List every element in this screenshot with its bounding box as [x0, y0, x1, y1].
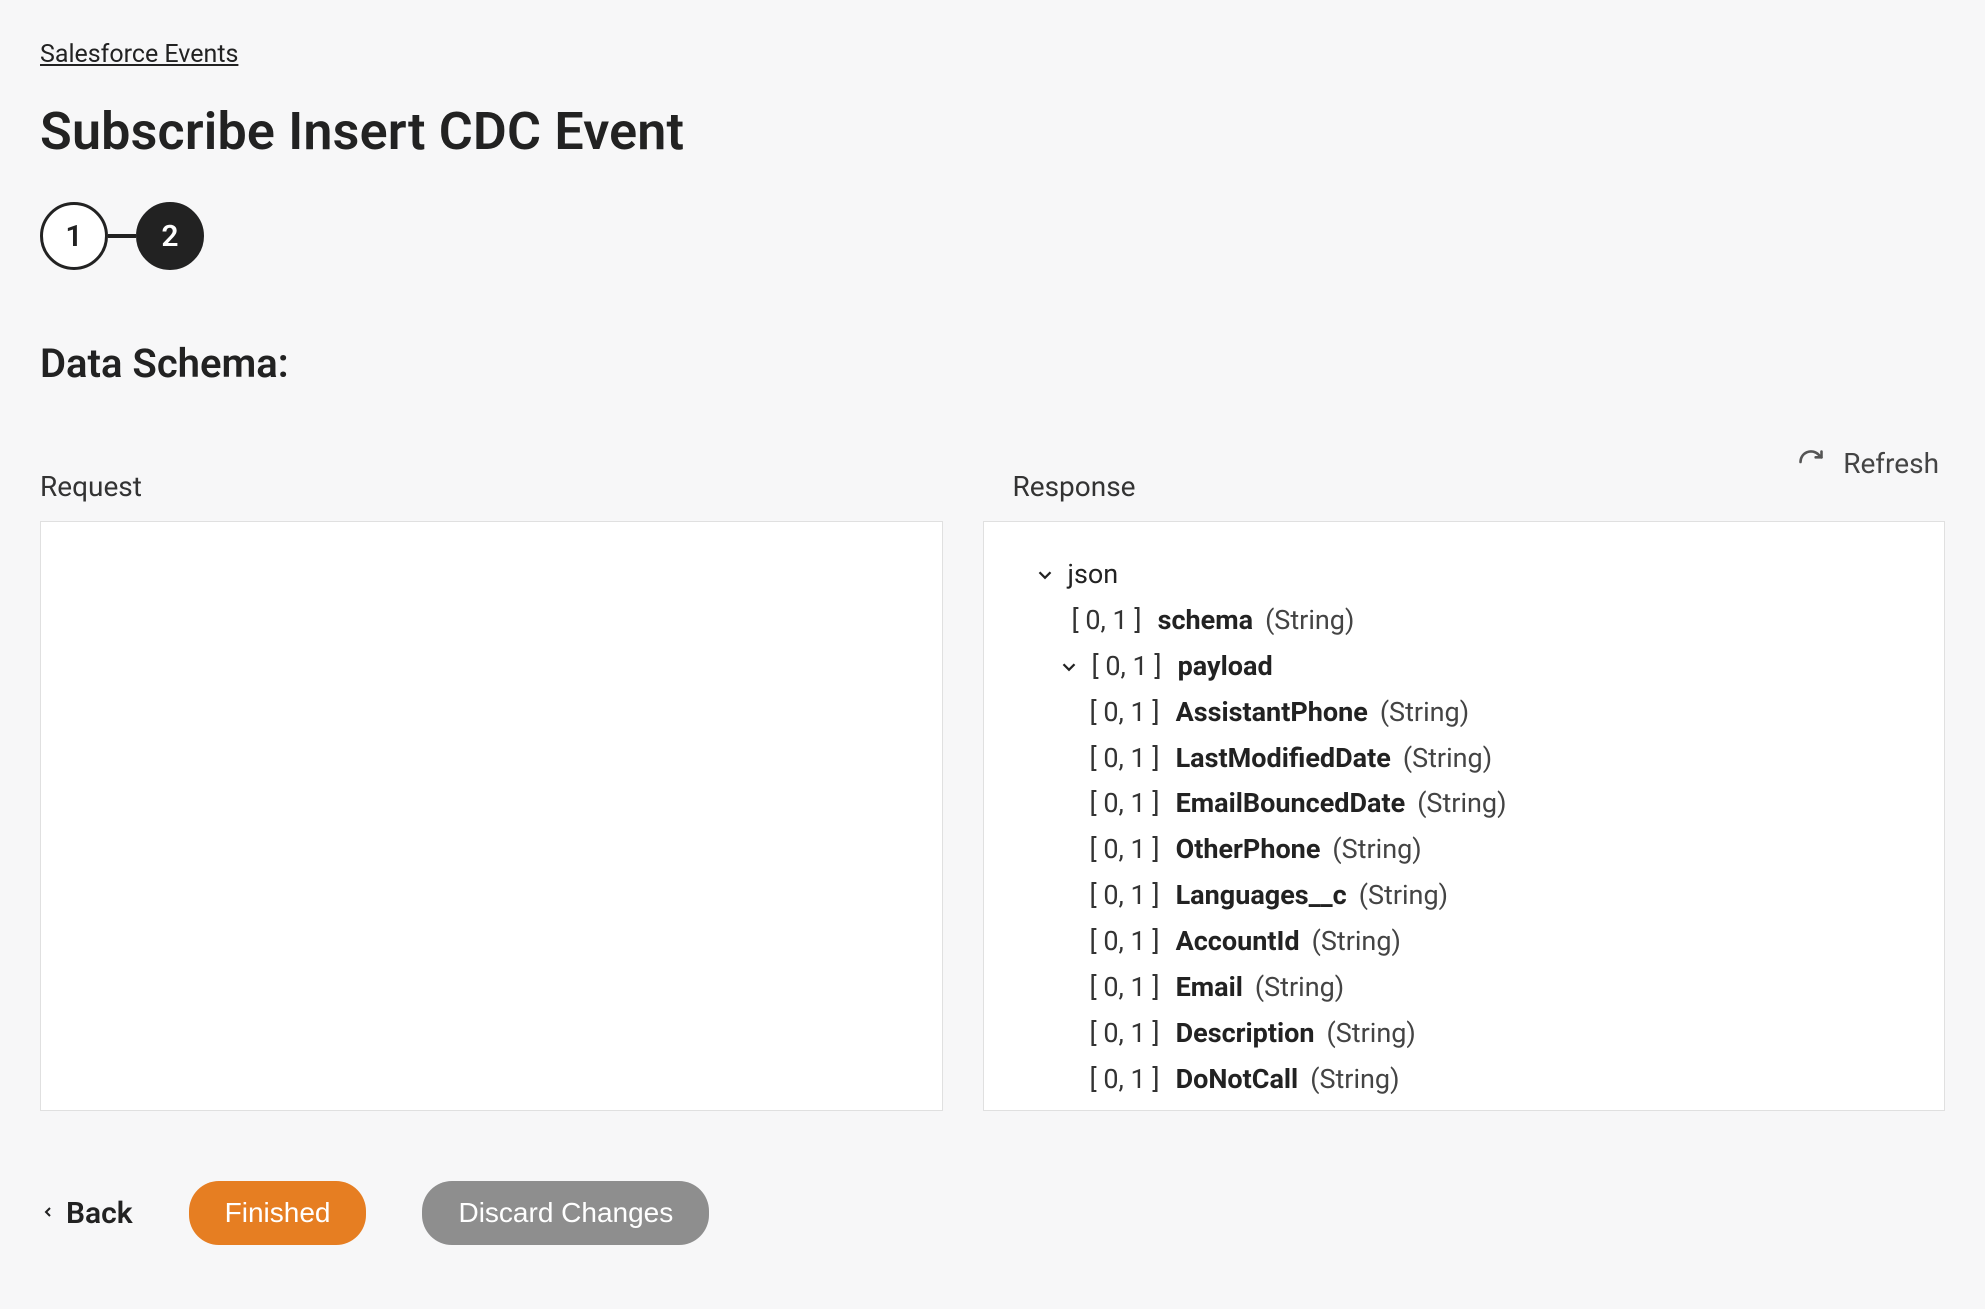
request-label: Request — [40, 470, 973, 503]
step-connector — [108, 234, 136, 238]
tree-root-label: json — [1068, 552, 1119, 598]
cardinality: [ 0, 1 ] — [1072, 598, 1142, 644]
page-title: Subscribe Insert CDC Event — [40, 101, 1945, 162]
field-name: OtherPhone — [1176, 827, 1321, 873]
chevron-left-icon — [40, 1196, 56, 1231]
field-name: Languages__c — [1176, 873, 1347, 919]
field-type: (String) — [1312, 919, 1401, 965]
back-button[interactable]: Back — [40, 1196, 133, 1231]
finished-button[interactable]: Finished — [189, 1181, 367, 1245]
tree-schema-row[interactable]: [ 0, 1 ] schema (String) — [1014, 598, 1915, 644]
stepper: 1 2 — [40, 202, 1945, 270]
tree-field-row[interactable]: [ 0, 1 ] AssistantPhone (String) — [1014, 690, 1915, 736]
schema-tree: json [ 0, 1 ] schema (String) [ 0, 1 ] p… — [1014, 552, 1915, 1103]
tree-field-row[interactable]: [ 0, 1 ] AccountId (String) — [1014, 919, 1915, 965]
field-type: (String) — [1380, 690, 1469, 736]
response-panel: json [ 0, 1 ] schema (String) [ 0, 1 ] p… — [983, 521, 1946, 1111]
payload-fields: [ 0, 1 ] AssistantPhone (String) [ 0, 1 ] La… — [1014, 690, 1915, 1103]
tree-field-row[interactable]: [ 0, 1 ] OtherPhone(String) — [1014, 827, 1915, 873]
field-name: DoNotCall — [1176, 1057, 1299, 1103]
step-1[interactable]: 1 — [40, 202, 108, 270]
field-type: (String) — [1310, 1057, 1399, 1103]
footer: Back Finished Discard Changes — [40, 1181, 1945, 1245]
panels: json [ 0, 1 ] schema (String) [ 0, 1 ] p… — [40, 521, 1945, 1111]
discard-button[interactable]: Discard Changes — [422, 1181, 709, 1245]
step-2[interactable]: 2 — [136, 202, 204, 270]
response-label: Response — [1013, 470, 1946, 503]
cardinality: [ 0, 1 ] — [1090, 827, 1160, 873]
field-type: (String) — [1417, 781, 1506, 827]
field-name: AssistantPhone — [1176, 690, 1368, 736]
request-panel — [40, 521, 943, 1111]
cardinality: [ 0, 1 ] — [1090, 919, 1160, 965]
tree-root-row[interactable]: json — [1014, 552, 1915, 598]
field-type: (String) — [1359, 873, 1448, 919]
field-name: schema — [1158, 598, 1253, 644]
tree-payload-row[interactable]: [ 0, 1 ] payload — [1014, 644, 1915, 690]
field-name: Email — [1176, 965, 1243, 1011]
field-type: (String) — [1403, 736, 1492, 782]
field-name: LastModifiedDate — [1176, 736, 1391, 782]
field-name: payload — [1178, 644, 1273, 690]
cardinality: [ 0, 1 ] — [1090, 965, 1160, 1011]
cardinality: [ 0, 1 ] — [1090, 1011, 1160, 1057]
tree-field-row[interactable]: [ 0, 1 ] Description (String) — [1014, 1011, 1915, 1057]
panels-header: Request Response — [40, 470, 1945, 521]
tree-field-row[interactable]: [ 0, 1 ] LastModifiedDate (String) — [1014, 736, 1915, 782]
field-type: (String) — [1265, 598, 1354, 644]
tree-field-row[interactable]: [ 0, 1 ] DoNotCall(String) — [1014, 1057, 1915, 1103]
field-name: Description — [1176, 1011, 1315, 1057]
chevron-down-icon[interactable] — [1058, 656, 1080, 678]
field-type: (String) — [1255, 965, 1344, 1011]
cardinality: [ 0, 1 ] — [1090, 736, 1160, 782]
cardinality: [ 0, 1 ] — [1090, 781, 1160, 827]
chevron-down-icon[interactable] — [1034, 564, 1056, 586]
back-label: Back — [66, 1196, 133, 1231]
tree-field-row[interactable]: [ 0, 1 ] Languages__c (String) — [1014, 873, 1915, 919]
field-name: EmailBouncedDate — [1176, 781, 1406, 827]
page-root: Salesforce Events Subscribe Insert CDC E… — [0, 0, 1985, 1285]
cardinality: [ 0, 1 ] — [1092, 644, 1162, 690]
section-heading: Data Schema: — [40, 340, 1945, 387]
field-type: (String) — [1332, 827, 1421, 873]
cardinality: [ 0, 1 ] — [1090, 690, 1160, 736]
cardinality: [ 0, 1 ] — [1090, 1057, 1160, 1103]
breadcrumb-link[interactable]: Salesforce Events — [40, 40, 238, 69]
field-type: (String) — [1327, 1011, 1416, 1057]
field-name: AccountId — [1176, 919, 1300, 965]
tree-field-row[interactable]: [ 0, 1 ] EmailBouncedDate(String) — [1014, 781, 1915, 827]
tree-field-row[interactable]: [ 0, 1 ] Email (String) — [1014, 965, 1915, 1011]
cardinality: [ 0, 1 ] — [1090, 873, 1160, 919]
